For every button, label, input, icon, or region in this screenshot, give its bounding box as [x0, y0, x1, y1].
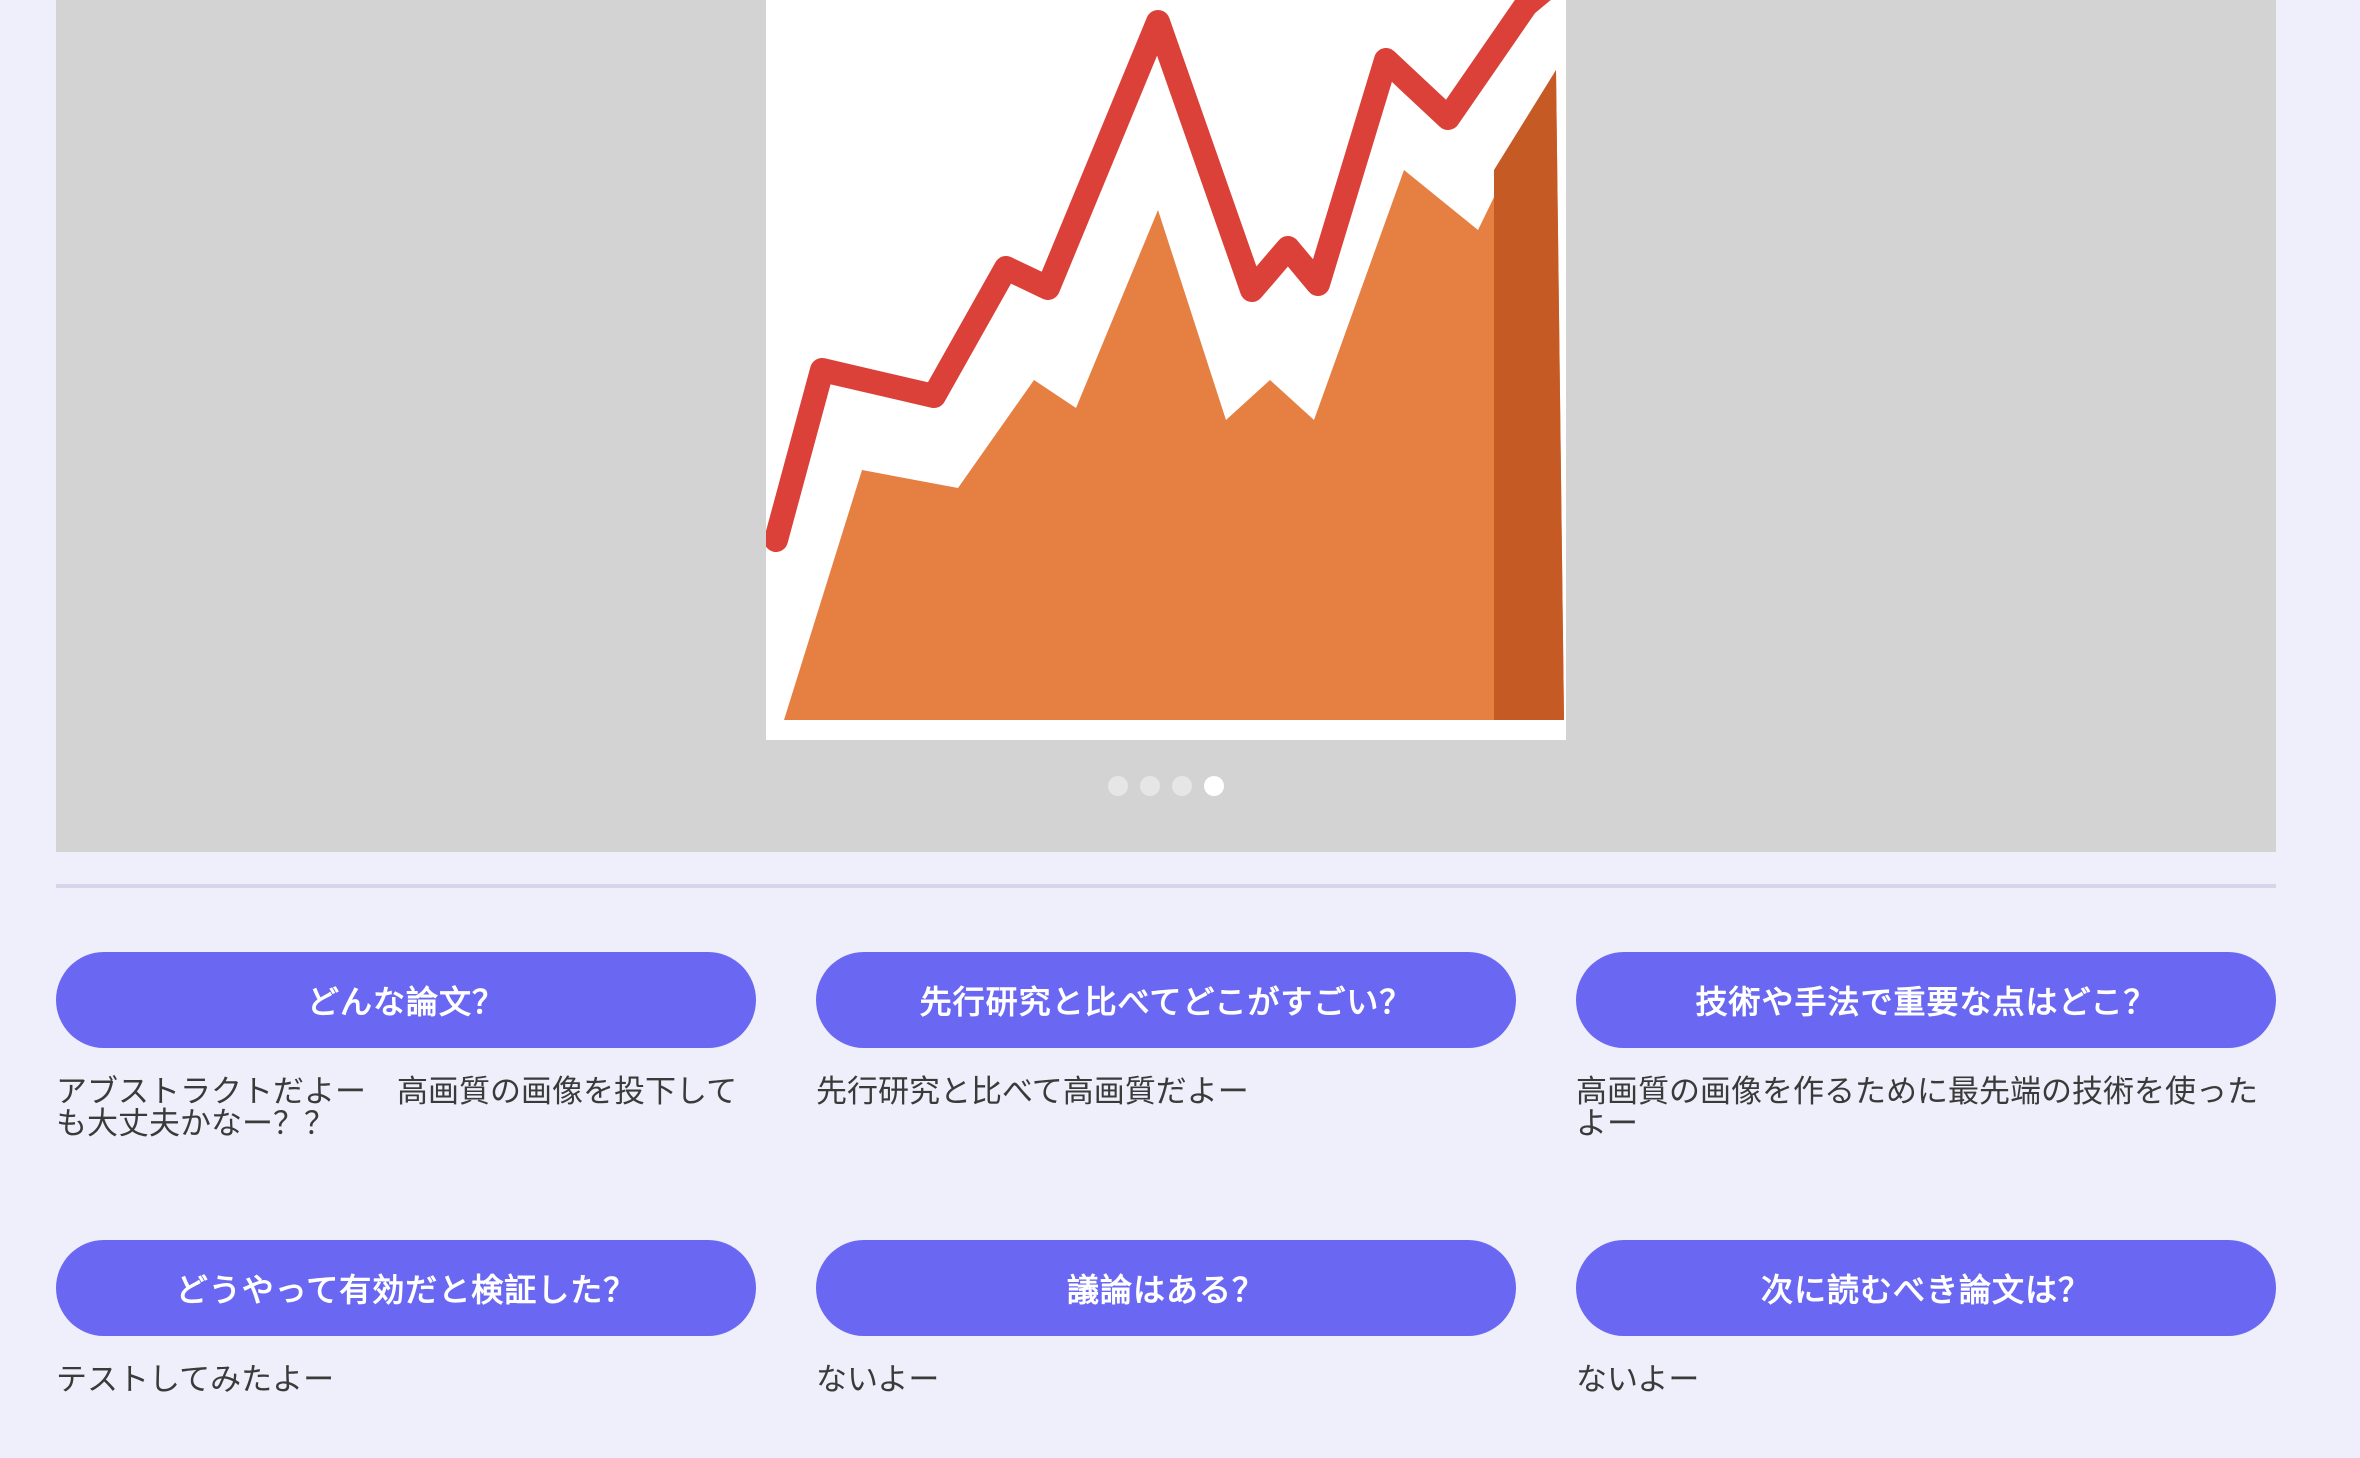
qa-item: どうやって有効だと検証した？ テストしてみたよー — [56, 1240, 756, 1396]
image-carousel[interactable] — [56, 0, 2276, 852]
qa-item: 技術や手法で重要な点はどこ？ 高画質の画像を作るために最先端の技術を使ったよー — [1576, 952, 2276, 1140]
carousel-dot[interactable] — [1172, 776, 1192, 796]
qa-item: 次に読むべき論文は？ ないよー — [1576, 1240, 2276, 1396]
qa-item: 先行研究と比べてどこがすごい？ 先行研究と比べて高画質だよー — [816, 952, 1516, 1108]
qa-question-button[interactable]: 先行研究と比べてどこがすごい？ — [816, 952, 1516, 1048]
qa-answer-text: テストしてみたよー — [56, 1362, 335, 1398]
carousel-dot[interactable] — [1108, 776, 1128, 796]
qa-question-button[interactable]: どんな論文？ — [56, 952, 756, 1048]
qa-question-button[interactable]: 次に読むべき論文は？ — [1576, 1240, 2276, 1336]
qa-item: 議論はある？ ないよー — [816, 1240, 1516, 1396]
carousel-dot-active[interactable] — [1204, 776, 1224, 796]
qa-answer-text: ないよー — [1576, 1362, 1700, 1398]
qa-answer-text: アブストラクトだよー 高画質の画像を投下しても大丈夫かなー？？ — [56, 1074, 738, 1142]
qa-answer-text: 先行研究と比べて高画質だよー — [816, 1074, 1249, 1110]
carousel-pagination — [56, 776, 2276, 796]
chart-slide-image — [766, 0, 1566, 740]
section-divider — [56, 884, 2276, 888]
qa-question-button[interactable]: 議論はある？ — [816, 1240, 1516, 1336]
qa-answer-text: 高画質の画像を作るために最先端の技術を使ったよー — [1576, 1074, 2258, 1142]
qa-answer-text: ないよー — [816, 1362, 940, 1398]
qa-item: どんな論文？ アブストラクトだよー 高画質の画像を投下しても大丈夫かなー？？ — [56, 952, 756, 1140]
carousel-dot[interactable] — [1140, 776, 1160, 796]
qa-question-button[interactable]: どうやって有効だと検証した？ — [56, 1240, 756, 1336]
area-line-chart-icon — [766, 0, 1564, 720]
qa-question-button[interactable]: 技術や手法で重要な点はどこ？ — [1576, 952, 2276, 1048]
